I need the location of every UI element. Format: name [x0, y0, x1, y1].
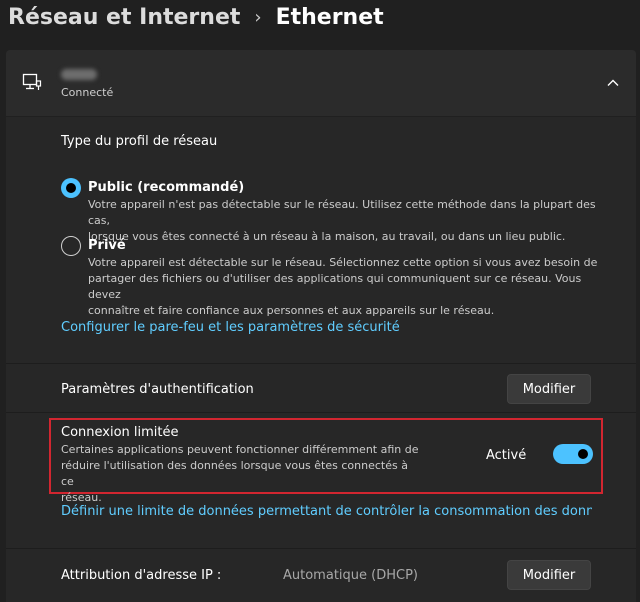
- profile-type-title: Type du profil de réseau: [61, 134, 218, 149]
- description-line: partager des fichiers ou d'utiliser des …: [88, 272, 582, 301]
- ip-modify-button[interactable]: Modifier: [507, 560, 591, 590]
- auth-settings-label: Paramètres d'authentification: [61, 382, 254, 397]
- metered-connection-title: Connexion limitée: [61, 425, 179, 440]
- ip-assignment-value: Automatique (DHCP): [283, 568, 418, 583]
- data-limit-link-container: Définir une limite de données permettant…: [61, 504, 592, 524]
- firewall-settings-link[interactable]: Configurer le pare-feu et les paramètres…: [61, 320, 400, 335]
- breadcrumb: Réseau et Internet › Ethernet: [8, 0, 384, 34]
- divider: [6, 412, 636, 413]
- description-line: réduire l'utilisation des données lorsqu…: [61, 459, 408, 488]
- metered-toggle-state: Activé: [486, 448, 527, 463]
- data-limit-link[interactable]: Définir une limite de données permettant…: [61, 504, 592, 519]
- connection-status: Connecté: [61, 86, 114, 99]
- breadcrumb-parent[interactable]: Réseau et Internet: [8, 5, 240, 30]
- breadcrumb-chevron-icon: ›: [254, 6, 262, 28]
- ip-assignment-label: Attribution d'adresse IP :: [61, 568, 222, 583]
- divider: [6, 363, 636, 364]
- metered-connection-description: Certaines applications peuvent fonctionn…: [61, 442, 421, 506]
- chevron-up-icon[interactable]: [606, 76, 620, 90]
- description-line: Votre appareil est détectable sur le rés…: [88, 256, 598, 269]
- radio-public[interactable]: [61, 178, 81, 198]
- description-line: Votre appareil n'est pas détectable sur …: [88, 198, 596, 227]
- network-monitor-icon: [22, 73, 42, 90]
- option-public-label[interactable]: Public (recommandé): [88, 180, 244, 195]
- metered-connection-toggle[interactable]: [553, 444, 593, 464]
- toggle-knob: [578, 449, 588, 459]
- page-title: Ethernet: [275, 4, 384, 30]
- divider: [6, 548, 636, 549]
- ethernet-connection-header[interactable]: Connecté: [6, 50, 636, 116]
- option-public-description: Votre appareil n'est pas détectable sur …: [88, 197, 608, 245]
- description-line: connaître et faire confiance aux personn…: [88, 304, 495, 317]
- radio-private[interactable]: [61, 236, 81, 256]
- description-line: Certaines applications peuvent fonctionn…: [61, 443, 419, 456]
- auth-modify-button[interactable]: Modifier: [507, 374, 591, 404]
- description-line: lorsque vous êtes connecté à un réseau à…: [88, 230, 566, 243]
- option-private-description: Votre appareil est détectable sur le rés…: [88, 255, 608, 319]
- option-private-label[interactable]: Privé: [88, 238, 126, 253]
- network-name-redacted: [61, 69, 97, 80]
